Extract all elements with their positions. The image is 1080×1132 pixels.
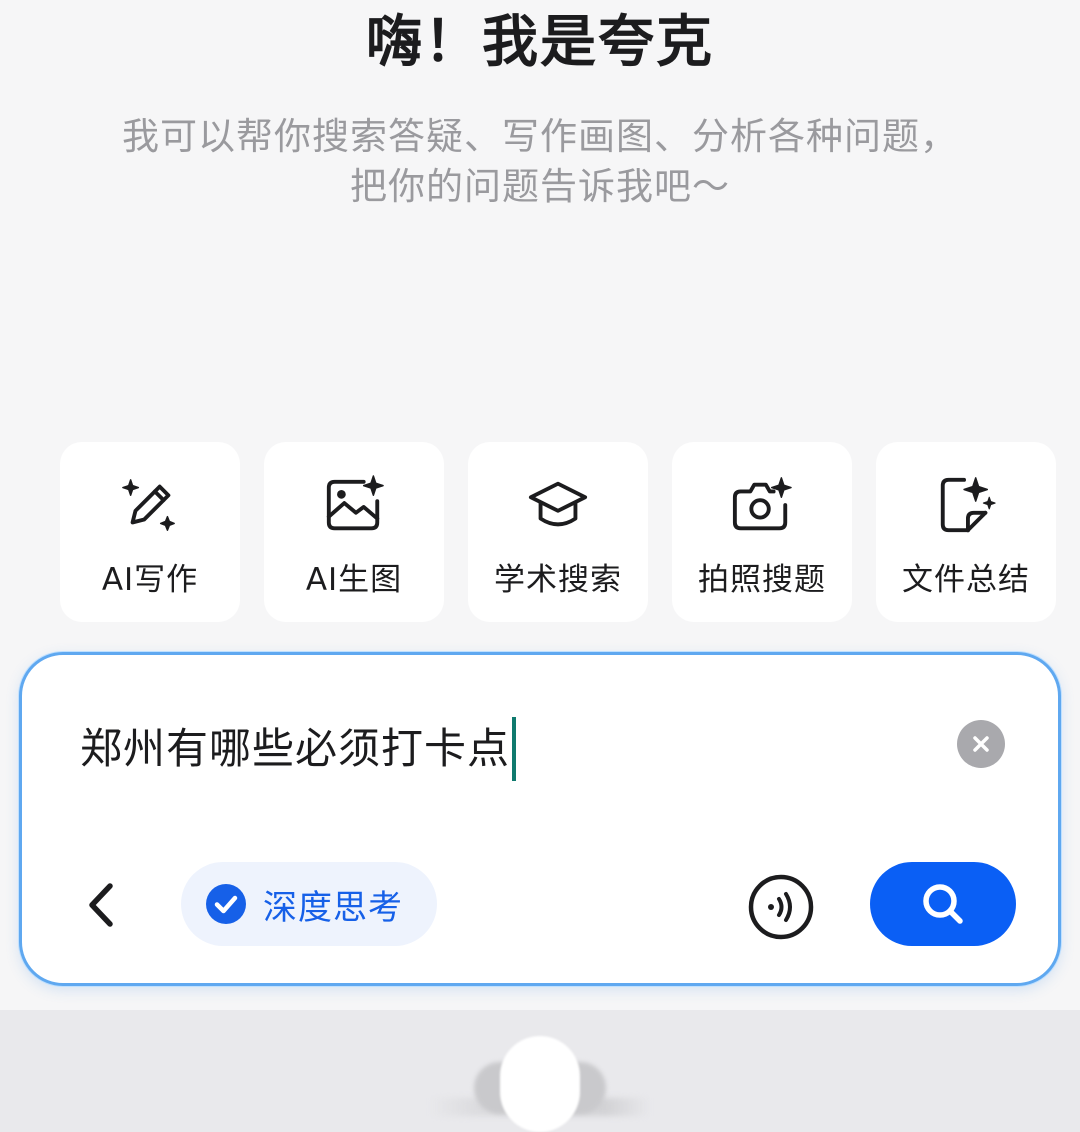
subtitle-line-2: 把你的问题告诉我吧～ — [350, 165, 730, 208]
tool-label: AI生图 — [305, 562, 403, 598]
voice-input-button[interactable] — [747, 873, 815, 941]
deep-think-label: 深度思考 — [263, 887, 403, 928]
deep-think-toggle[interactable]: 深度思考 — [181, 862, 437, 946]
chevron-left-icon — [89, 883, 113, 927]
quark-ai-home: 嗨！我是夸克 我可以帮你搜索答疑、写作画图、分析各种问题， 把你的问题告诉我吧～… — [0, 0, 1080, 1132]
check-circle-icon — [206, 884, 246, 924]
pencil-sparkle-icon — [122, 479, 175, 531]
graduation-cap-icon — [528, 481, 588, 527]
tool-ai-writing[interactable]: AI写作 — [60, 442, 240, 622]
tool-photo-question[interactable]: 拍照搜题 — [672, 442, 852, 622]
clear-input-button[interactable] — [957, 720, 1005, 768]
voice-wave-icon — [748, 874, 814, 940]
search-box: 郑州有哪些必须打卡点 深度思考 — [19, 652, 1061, 986]
tool-shortcuts: AI写作 AI生图 学术搜索 拍照搜题 文件总结 — [60, 442, 1056, 622]
text-caret — [512, 717, 517, 781]
greeting-subtitle: 我可以帮你搜索答疑、写作画图、分析各种问题， 把你的问题告诉我吧～ — [60, 112, 1020, 212]
search-input[interactable]: 郑州有哪些必须打卡点 — [80, 717, 517, 781]
greeting-title: 嗨！我是夸克 — [366, 10, 714, 75]
document-sparkle-icon — [940, 477, 996, 533]
home-indicator-blur — [500, 1036, 580, 1132]
search-query-text: 郑州有哪些必须打卡点 — [80, 724, 511, 773]
tool-label: 拍照搜题 — [698, 562, 826, 598]
close-icon — [973, 736, 989, 752]
search-icon — [923, 884, 963, 924]
back-button[interactable] — [80, 880, 120, 930]
tool-label: 学术搜索 — [494, 562, 622, 598]
tool-label: 文件总结 — [902, 562, 1030, 598]
image-sparkle-icon — [326, 475, 384, 531]
search-submit-button[interactable] — [870, 862, 1016, 946]
tool-academic-search[interactable]: 学术搜索 — [468, 442, 648, 622]
tool-ai-image[interactable]: AI生图 — [264, 442, 444, 622]
tool-file-summary[interactable]: 文件总结 — [876, 442, 1056, 622]
subtitle-line-1: 我可以帮你搜索答疑、写作画图、分析各种问题， — [122, 115, 958, 158]
camera-sparkle-icon — [732, 477, 792, 531]
tool-label: AI写作 — [101, 562, 199, 598]
bottom-bar — [0, 1010, 1080, 1132]
